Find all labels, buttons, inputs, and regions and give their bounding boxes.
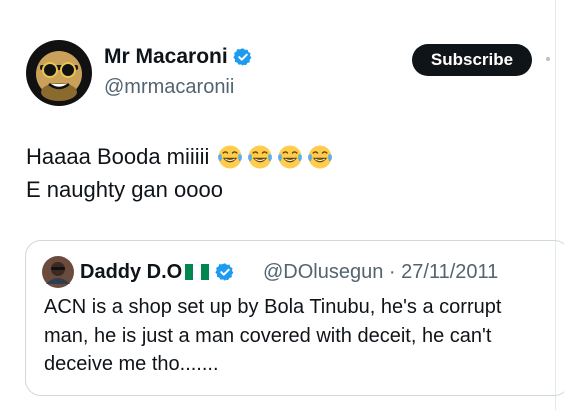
quoted-handle-date[interactable]: @DOlusegun · 27/11/2011 — [263, 259, 498, 285]
verified-badge-icon — [215, 263, 234, 281]
laughing-emoji-icon — [278, 144, 303, 169]
tweet-line-2: E naughty gan oooo — [26, 173, 333, 206]
author-handle[interactable]: @mrmacaronii — [104, 74, 234, 100]
quoted-line-1: ACN is a shop set up by Bola Tinubu, he'… — [44, 296, 502, 318]
subscribe-button[interactable]: Subscribe — [412, 44, 532, 76]
laughing-emoji-icon — [248, 144, 273, 169]
tweet-line-2-text: E naughty gan oooo — [26, 177, 223, 202]
quoted-author-name[interactable]: Daddy D.O — [80, 259, 235, 285]
quoted-tweet-text: ACN is a shop set up by Bola Tinubu, he'… — [44, 293, 501, 379]
tweet-text: Haaaa Booda miiiii E naughty gan oooo — [26, 140, 333, 206]
author-name[interactable]: Mr Macaroni — [104, 44, 253, 70]
verified-badge-icon — [233, 48, 252, 66]
tweet-line-1-text: Haaaa Booda miiiii — [26, 144, 210, 169]
laughing-emoji-icon — [308, 144, 333, 169]
more-options-dot[interactable] — [546, 57, 550, 61]
tweet-line-1: Haaaa Booda miiiii — [26, 140, 333, 173]
author-avatar[interactable] — [26, 40, 92, 106]
quoted-line-2: man, he is just a man covered with decei… — [44, 324, 492, 347]
quoted-author-avatar[interactable] — [42, 256, 74, 288]
quoted-author-name-text[interactable]: Daddy D.O — [80, 259, 182, 285]
laughing-emoji-icon — [218, 144, 243, 169]
nigeria-flag-icon — [185, 264, 210, 280]
quoted-line-3: deceive me tho....... — [44, 353, 219, 375]
author-name-text[interactable]: Mr Macaroni — [104, 44, 228, 70]
